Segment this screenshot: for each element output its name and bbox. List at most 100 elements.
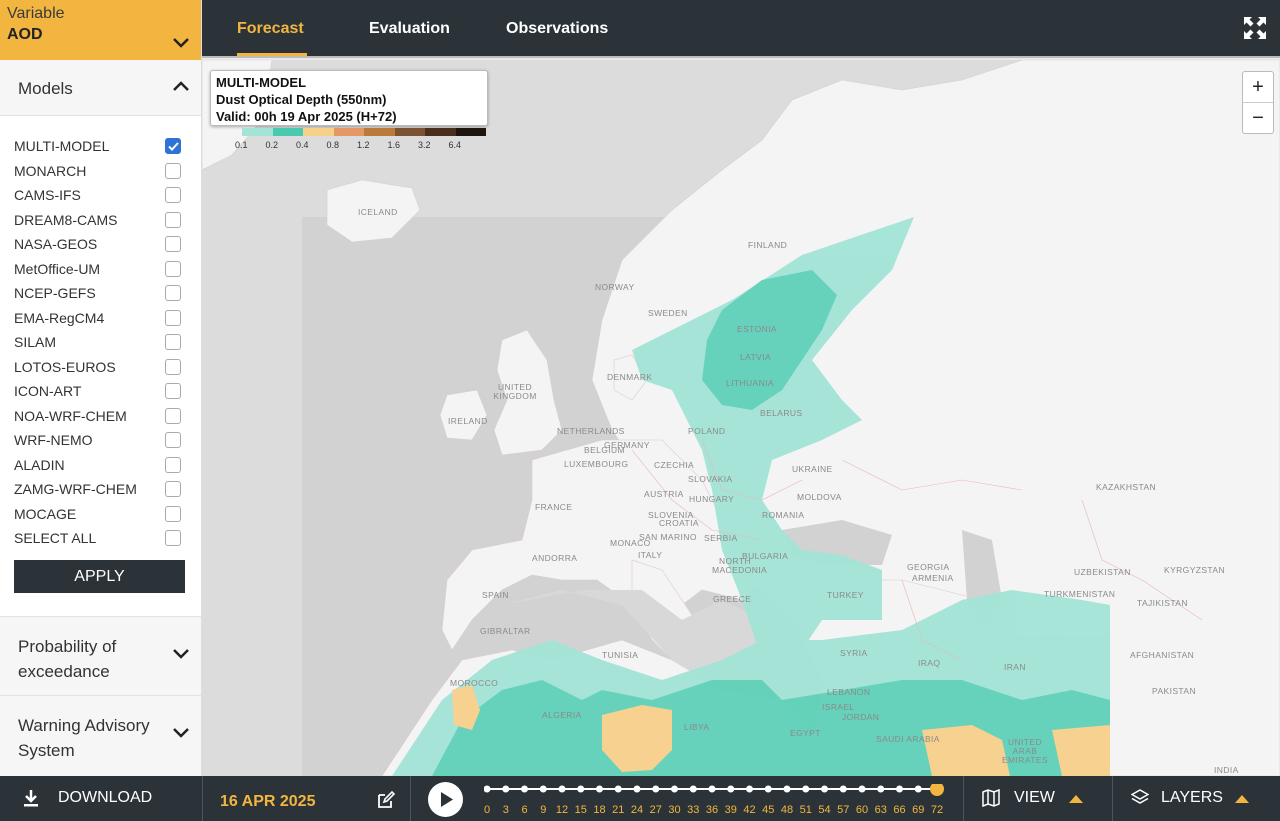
timeline-handle[interactable]: [930, 784, 944, 796]
model-checkbox[interactable]: [165, 162, 181, 179]
tab-observations[interactable]: Observations: [506, 20, 608, 38]
model-checkbox[interactable]: [165, 309, 181, 326]
model-row[interactable]: MONARCH: [14, 159, 187, 184]
legend-tick: 0.8: [326, 140, 340, 150]
timeline-step[interactable]: [914, 785, 922, 793]
country-label: CROATIA: [659, 518, 699, 528]
timeline-step[interactable]: [652, 785, 660, 793]
model-checkbox[interactable]: [165, 456, 181, 473]
view-button[interactable]: VIEW: [982, 789, 1083, 807]
model-row[interactable]: ZAMG-WRF-CHEM: [14, 477, 187, 502]
model-checkbox[interactable]: [165, 505, 181, 522]
country-label: TAJIKISTAN: [1137, 598, 1188, 608]
model-checkbox[interactable]: [165, 138, 181, 155]
apply-button[interactable]: APPLY: [14, 559, 185, 593]
model-row[interactable]: SELECT ALL: [14, 526, 187, 551]
map-icon: [982, 789, 1000, 807]
download-button[interactable]: DOWNLOAD: [22, 789, 152, 807]
checkmark-icon: [167, 142, 179, 151]
timeline-step[interactable]: [821, 785, 828, 793]
model-checkbox[interactable]: [165, 211, 181, 228]
model-row[interactable]: MetOffice-UM: [14, 257, 187, 282]
timeline-step[interactable]: [539, 785, 547, 793]
country-label: TUNISIA: [602, 650, 639, 660]
models-section-header[interactable]: Models: [0, 60, 201, 116]
model-row[interactable]: NCEP-GEFS: [14, 281, 187, 306]
zoom-out-button[interactable]: −: [1243, 103, 1273, 134]
model-checkbox[interactable]: [165, 481, 181, 498]
timeline-step[interactable]: [614, 785, 622, 793]
timeline-step[interactable]: [746, 785, 753, 793]
legend-tick: 1.2: [357, 140, 370, 150]
model-checkbox[interactable]: [165, 285, 181, 302]
timeline-step[interactable]: [502, 785, 510, 793]
model-checkbox[interactable]: [165, 187, 181, 204]
model-row[interactable]: DREAM8-CAMS: [14, 208, 187, 233]
timeline-step[interactable]: [521, 785, 528, 793]
timeline-step[interactable]: [802, 785, 810, 793]
timeline-step[interactable]: [558, 785, 566, 793]
variable-label: Variable: [7, 5, 65, 22]
model-label: NOA-WRF-CHEM: [14, 407, 127, 424]
timeline-slider[interactable]: 0 3 6 9 12 15 18 21 24 27 30 33 36 39 42 45 48 51 54 57 60 63…: [484, 784, 944, 819]
edit-icon[interactable]: [376, 790, 396, 810]
timeline-step[interactable]: [671, 785, 678, 793]
model-row[interactable]: SILAM: [14, 330, 187, 355]
model-row[interactable]: WRF-NEMO: [14, 428, 187, 453]
legend-tick: 0.2: [265, 140, 279, 150]
model-checkbox[interactable]: [165, 383, 181, 400]
timeline-step[interactable]: [764, 785, 772, 793]
timeline-step[interactable]: [689, 785, 697, 793]
timeline-label: 21: [612, 804, 624, 816]
country-label: JORDAN: [842, 712, 880, 722]
model-row[interactable]: CAMS-IFS: [14, 183, 187, 208]
model-checkbox[interactable]: [165, 432, 181, 449]
zoom-in-button[interactable]: +: [1243, 72, 1273, 103]
forecast-date[interactable]: 16 APR 2025: [220, 793, 315, 811]
map-view[interactable]: ICELAND FINLAND NORWAY SWEDEN ESTONIA LATVIA L…: [202, 60, 1280, 776]
timeline-step[interactable]: [839, 785, 847, 793]
country-label: CZECHIA: [654, 460, 695, 470]
model-list: MULTI-MODEL MONARCH CAMS-IFS DREAM8-CAMS NAS…: [0, 116, 201, 593]
model-checkbox[interactable]: [165, 358, 181, 375]
model-row[interactable]: NASA-GEOS: [14, 232, 187, 257]
layers-button[interactable]: LAYERS: [1131, 789, 1249, 807]
model-checkbox[interactable]: [165, 236, 181, 253]
timeline-step[interactable]: [708, 785, 716, 793]
timeline-step[interactable]: [783, 785, 791, 793]
model-row[interactable]: NOA-WRF-CHEM: [14, 404, 187, 429]
model-row[interactable]: EMA-RegCM4: [14, 306, 187, 331]
timeline-step[interactable]: [877, 785, 885, 793]
country-label: INDIA: [1214, 765, 1239, 775]
model-checkbox[interactable]: [165, 530, 181, 547]
model-checkbox[interactable]: [165, 407, 181, 424]
timeline-step[interactable]: [858, 785, 866, 793]
timeline-step[interactable]: [896, 785, 903, 793]
timeline-step[interactable]: [577, 785, 585, 793]
timeline-label: 42: [743, 804, 755, 816]
model-label: ALADIN: [14, 456, 65, 473]
timeline-label: 45: [762, 804, 774, 816]
divider: [1112, 776, 1113, 821]
timeline-step[interactable]: [633, 785, 641, 793]
timeline-step[interactable]: [727, 785, 735, 793]
country-label: AUSTRIA: [644, 489, 684, 499]
timeline-step[interactable]: [484, 785, 491, 793]
play-button[interactable]: [428, 782, 463, 817]
model-row[interactable]: MULTI-MODEL: [14, 134, 187, 159]
model-checkbox[interactable]: [165, 334, 181, 351]
model-row[interactable]: MOCAGE: [14, 502, 187, 527]
model-checkbox[interactable]: [165, 260, 181, 277]
top-navigation: Forecast Evaluation Observations: [202, 0, 1280, 58]
variable-selector[interactable]: Variable AOD: [0, 0, 201, 60]
model-row[interactable]: ICON-ART: [14, 379, 187, 404]
warning-section-header[interactable]: Warning Advisory System: [0, 696, 201, 776]
model-row[interactable]: LOTOS-EUROS: [14, 355, 187, 380]
fullscreen-icon[interactable]: [1244, 17, 1266, 39]
timeline-step[interactable]: [596, 785, 603, 793]
tab-forecast[interactable]: Forecast: [237, 20, 304, 38]
country-label: UKRAINE: [792, 464, 833, 474]
probability-section-header[interactable]: Probability of exceedance: [0, 616, 201, 696]
tab-evaluation[interactable]: Evaluation: [369, 20, 450, 38]
model-row[interactable]: ALADIN: [14, 453, 187, 478]
